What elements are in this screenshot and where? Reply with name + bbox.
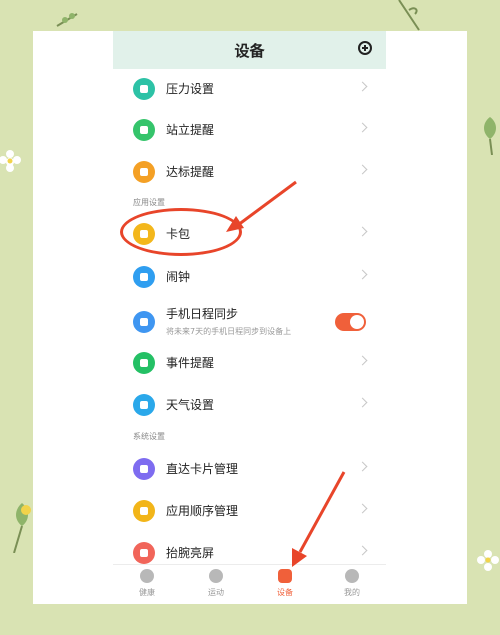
branch-decoration-icon: [56, 13, 78, 27]
row-label: 抬腕亮屏: [166, 546, 215, 560]
tab-device[interactable]: 设备: [265, 569, 305, 603]
row-cards[interactable]: 直达卡片管理: [113, 449, 386, 491]
row-label: 应用顺序管理: [166, 504, 239, 518]
tab-label: 设备: [277, 588, 293, 597]
alarm-clock-icon: [133, 266, 155, 288]
row-label: 闹钟: [166, 270, 191, 284]
chevron-right-icon: [357, 503, 368, 514]
row-stand[interactable]: 站立提醒: [113, 110, 386, 152]
bottom-tab-bar: 健康 运动 设备 我的: [113, 564, 386, 604]
calendar-sync-toggle[interactable]: [335, 313, 366, 331]
row-app-order[interactable]: 应用顺序管理: [113, 491, 386, 533]
row-description: 将未来7天的手机日程同步到设备上: [166, 327, 292, 336]
row-label: 事件提醒: [166, 356, 215, 370]
page-title: 设备: [234, 42, 265, 60]
weather-icon: [133, 394, 155, 416]
section-title-app: 应用设置: [133, 198, 165, 207]
row-weather[interactable]: 天气设置: [113, 385, 386, 427]
tab-sport[interactable]: 运动: [196, 569, 236, 603]
chevron-right-icon: [357, 122, 368, 133]
tab-label: 运动: [208, 588, 224, 597]
bell-icon: [133, 352, 155, 374]
tab-me[interactable]: 我的: [332, 569, 372, 603]
row-goal[interactable]: 达标提醒: [113, 152, 386, 194]
chevron-right-icon: [357, 226, 368, 237]
chevron-right-icon: [357, 355, 368, 366]
row-label: 站立提醒: [166, 123, 215, 137]
tab-label: 健康: [139, 588, 155, 597]
shoe-icon: [209, 569, 223, 583]
tab-label: 我的: [344, 588, 360, 597]
cards-icon: [133, 458, 155, 480]
ring-icon: [140, 569, 154, 583]
person-icon: [345, 569, 359, 583]
flower-decoration-icon: [0, 150, 21, 172]
calendar-icon: [133, 311, 155, 333]
watch-icon: [278, 569, 292, 583]
row-alarm[interactable]: 闹钟: [113, 257, 386, 299]
section-title-system: 系统设置: [133, 432, 165, 441]
row-pressure[interactable]: 压力设置: [113, 69, 386, 111]
row-label: 压力设置: [166, 82, 215, 96]
badge-icon: [133, 161, 155, 183]
settings-list: 压力设置 站立提醒 达标提醒 应用设置 卡包 闹钟 手机日程同步 将未来7天的手…: [113, 69, 386, 564]
row-label: 直达卡片管理: [166, 462, 239, 476]
row-calendar-sync[interactable]: 手机日程同步 将未来7天的手机日程同步到设备上: [113, 299, 386, 345]
chevron-right-icon: [357, 545, 368, 556]
wrist-raise-icon: [133, 542, 155, 564]
chevron-right-icon: [357, 81, 368, 92]
highlight-oval: [120, 208, 242, 256]
standing-person-icon: [133, 119, 155, 141]
top-header: 设备: [113, 31, 386, 69]
chevron-right-icon: [357, 397, 368, 408]
row-label: 达标提醒: [166, 165, 215, 179]
row-label: 天气设置: [166, 398, 215, 412]
tab-health[interactable]: 健康: [127, 569, 167, 603]
chevron-right-icon: [357, 164, 368, 175]
chevron-right-icon: [357, 269, 368, 280]
leaf-decoration-icon: [484, 117, 496, 155]
phone-screen: 设备 压力设置 站立提醒 达标提醒 应用设置 卡包 闹钟 手机日程同步 将未来7…: [113, 31, 386, 604]
add-device-icon[interactable]: [358, 41, 372, 55]
row-event[interactable]: 事件提醒: [113, 343, 386, 385]
branch-decoration-icon: [398, 0, 420, 31]
chevron-right-icon: [357, 461, 368, 472]
leaf-decoration-icon: [13, 503, 31, 553]
list-order-icon: [133, 500, 155, 522]
pressure-icon: [133, 78, 155, 100]
row-label: 手机日程同步: [166, 307, 239, 321]
flower-decoration-icon: [477, 550, 499, 571]
